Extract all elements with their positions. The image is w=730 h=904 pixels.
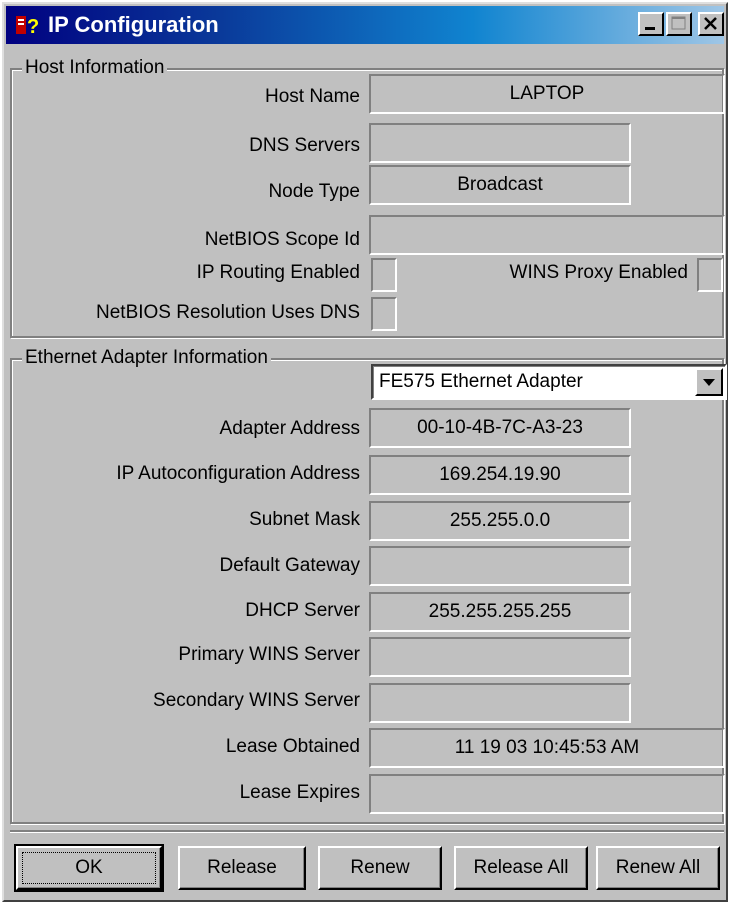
host-information-title: Host Information xyxy=(22,57,168,79)
host-name-field: LAPTOP xyxy=(369,74,725,114)
node-type-label: Node Type xyxy=(268,181,360,202)
primary-wins-label: Primary WINS Server xyxy=(178,644,360,665)
maximize-button[interactable] xyxy=(666,12,692,36)
adapter-address-field: 00-10-4B-7C-A3-23 xyxy=(369,408,631,448)
default-gateway-label: Default Gateway xyxy=(219,555,360,576)
adapter-select-value: FE575 Ethernet Adapter xyxy=(379,371,583,392)
netbios-dns-label: NetBIOS Resolution Uses DNS xyxy=(96,302,360,323)
renew-button-label: Renew xyxy=(350,857,410,878)
ok-button[interactable]: OK xyxy=(14,844,164,892)
wins-proxy-checkbox[interactable] xyxy=(697,258,723,292)
renew-all-button[interactable]: Renew All xyxy=(596,846,720,890)
ip-routing-checkbox[interactable] xyxy=(371,258,397,292)
secondary-wins-label: Secondary WINS Server xyxy=(153,690,360,711)
svg-text:?: ? xyxy=(27,16,39,38)
dhcp-server-label: DHCP Server xyxy=(245,600,360,621)
release-button[interactable]: Release xyxy=(178,846,306,890)
lease-obtained-label: Lease Obtained xyxy=(225,736,360,757)
ip-autoconfig-field: 169.254.19.90 xyxy=(369,455,631,495)
subnet-mask-label: Subnet Mask xyxy=(249,509,360,530)
lease-expires-label: Lease Expires xyxy=(239,782,360,803)
netbios-scope-id-field xyxy=(369,215,725,255)
default-gateway-field xyxy=(369,546,631,586)
node-type-field: Broadcast xyxy=(369,165,631,205)
minimize-button[interactable] xyxy=(638,12,664,36)
adapter-select[interactable]: FE575 Ethernet Adapter xyxy=(371,364,727,400)
minimize-icon xyxy=(645,27,655,30)
netbios-dns-checkbox[interactable] xyxy=(371,297,397,331)
release-all-button-label: Release All xyxy=(473,857,569,878)
release-all-button[interactable]: Release All xyxy=(454,846,588,890)
dhcp-server-field: 255.255.255.255 xyxy=(369,592,631,632)
adapter-address-label: Adapter Address xyxy=(219,418,360,439)
chevron-down-icon xyxy=(703,379,715,386)
title-bar[interactable]: ? IP Configuration xyxy=(6,6,724,44)
renew-all-button-label: Renew All xyxy=(615,857,701,878)
app-icon: ? xyxy=(16,16,39,38)
maximize-icon xyxy=(671,16,686,30)
dns-servers-label: DNS Servers xyxy=(249,135,360,156)
subnet-mask-field: 255.255.0.0 xyxy=(369,501,631,541)
close-button[interactable] xyxy=(698,12,724,36)
adapter-information-title: Ethernet Adapter Information xyxy=(22,347,271,369)
button-row-separator xyxy=(10,830,724,833)
ip-autoconfig-label: IP Autoconfiguration Address xyxy=(116,463,360,484)
close-icon xyxy=(704,17,717,30)
window-title: IP Configuration xyxy=(48,12,219,37)
adapter-dropdown-button[interactable] xyxy=(695,368,723,396)
renew-button[interactable]: Renew xyxy=(318,846,442,890)
release-button-label: Release xyxy=(207,857,277,878)
lease-expires-field xyxy=(369,774,725,814)
primary-wins-field xyxy=(369,637,631,677)
ok-button-label: OK xyxy=(75,857,103,878)
secondary-wins-field xyxy=(369,683,631,723)
lease-obtained-field: 11 19 03 10:45:53 AM xyxy=(369,728,725,768)
host-name-label: Host Name xyxy=(264,86,360,107)
ip-configuration-window: ? IP Configuration Host Information Host… xyxy=(2,2,728,902)
dns-servers-field xyxy=(369,123,631,163)
ip-routing-label: IP Routing Enabled xyxy=(196,262,360,283)
netbios-scope-id-label: NetBIOS Scope Id xyxy=(204,229,360,250)
wins-proxy-label: WINS Proxy Enabled xyxy=(509,262,688,283)
